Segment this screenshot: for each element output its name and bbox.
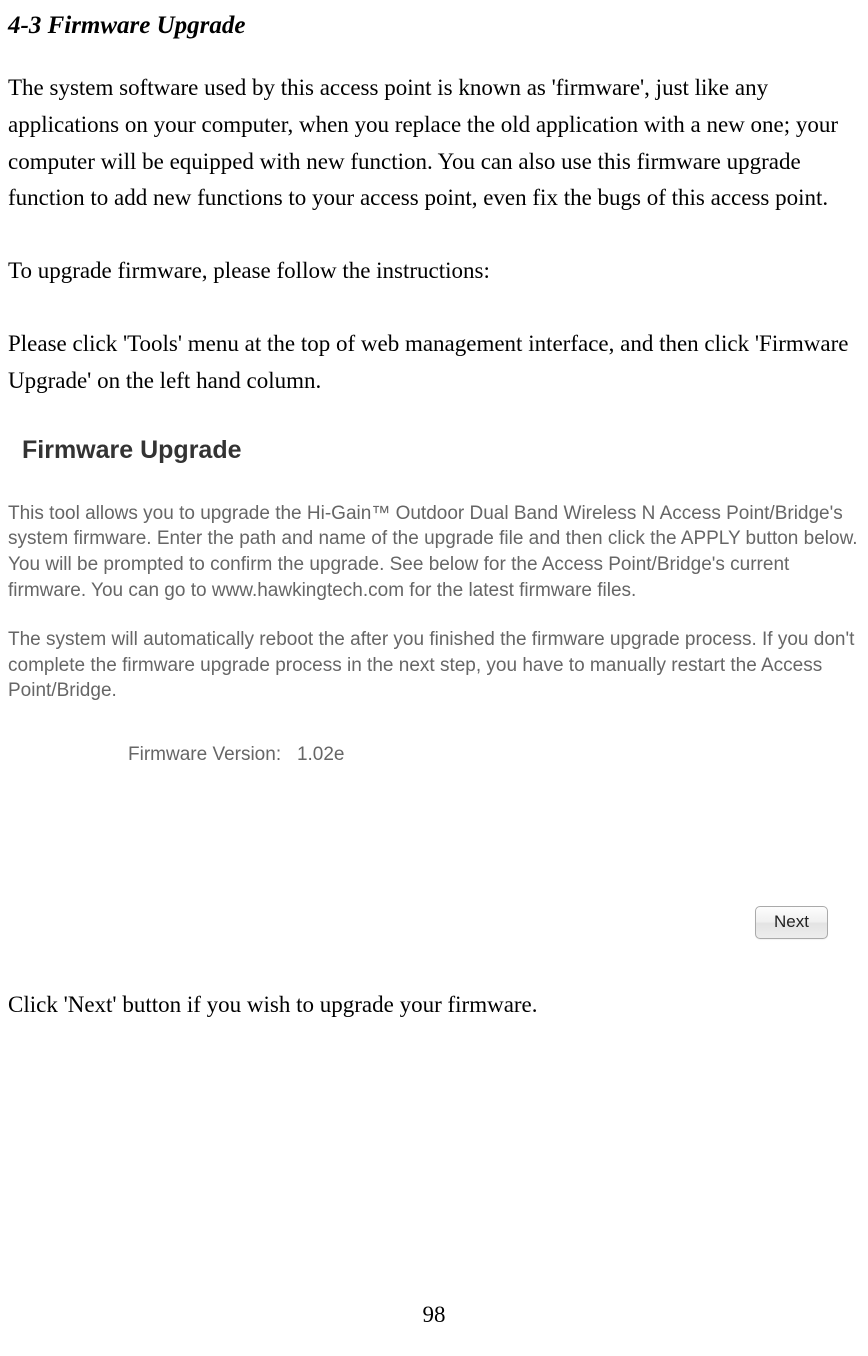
intro-paragraph: The system software used by this access … <box>8 70 860 217</box>
screenshot-title: Firmware Upgrade <box>22 436 858 465</box>
instructions-step: Please click 'Tools' menu at the top of … <box>8 326 860 400</box>
closing-paragraph: Click 'Next' button if you wish to upgra… <box>8 987 860 1024</box>
next-button-row: Next <box>8 906 858 939</box>
firmware-version-label: Firmware Version: <box>128 744 281 765</box>
section-heading: 4-3 Firmware Upgrade <box>8 12 860 40</box>
next-button[interactable]: Next <box>755 906 828 939</box>
screenshot-body-2: The system will automatically reboot the… <box>8 627 858 704</box>
page-number: 98 <box>0 1302 868 1328</box>
firmware-upgrade-screenshot: Firmware Upgrade This tool allows you to… <box>8 436 858 939</box>
screenshot-body-1: This tool allows you to upgrade the Hi-G… <box>8 501 858 604</box>
firmware-version-value: 1.02e <box>297 744 345 765</box>
instructions-intro: To upgrade firmware, please follow the i… <box>8 253 860 290</box>
firmware-version-row: Firmware Version: 1.02e <box>128 744 858 766</box>
